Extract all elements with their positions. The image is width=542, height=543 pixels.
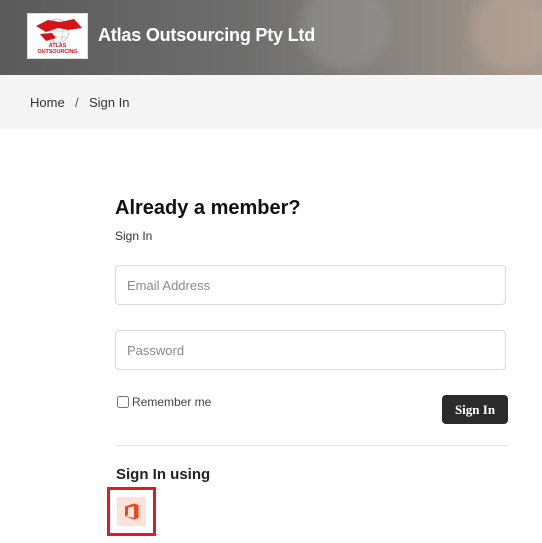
site-title[interactable]: Atlas Outsourcing Pty Ltd	[98, 25, 315, 46]
sso-heading: Sign In using	[116, 466, 211, 483]
remember-me[interactable]: Remember me	[115, 395, 211, 409]
breadcrumb-current: Sign In	[89, 95, 130, 110]
remember-me-label: Remember me	[132, 395, 212, 409]
logo-text: ATLAS OUTSOURCING	[37, 43, 78, 55]
breadcrumb-separator: /	[75, 95, 79, 110]
highlight-box	[107, 487, 156, 536]
password-field[interactable]	[115, 330, 506, 370]
office-icon	[124, 503, 138, 520]
header-background-blur	[470, 0, 542, 70]
office365-sign-in-button[interactable]	[117, 497, 146, 526]
divider	[115, 445, 508, 446]
page-title: Already a member?	[115, 197, 301, 219]
sign-in-button[interactable]: Sign In	[442, 395, 508, 424]
breadcrumb-home-link[interactable]: Home	[30, 95, 65, 110]
remember-me-checkbox[interactable]	[117, 396, 129, 408]
page-subtitle: Sign In	[115, 229, 153, 243]
breadcrumb: Home / Sign In	[0, 75, 542, 129]
email-field[interactable]	[115, 265, 506, 305]
company-logo[interactable]: ATLAS OUTSOURCING	[27, 13, 88, 59]
site-header: ATLAS OUTSOURCING Atlas Outsourcing Pty …	[0, 0, 542, 75]
